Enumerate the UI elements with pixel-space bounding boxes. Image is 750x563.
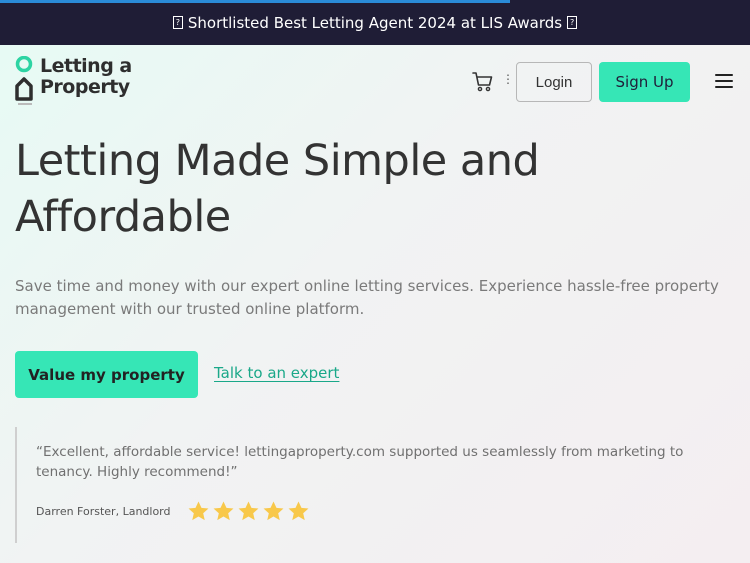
banner-content: ? Shortlisted Best Letting Agent 2024 at… [172, 13, 578, 32]
star-rating [187, 500, 310, 523]
star-icon [188, 501, 208, 521]
signup-button[interactable]: Sign Up [599, 62, 690, 102]
login-button[interactable]: Login [516, 62, 592, 102]
testimonial-quote: “Excellent, affordable service! lettinga… [36, 444, 684, 480]
trophy-icon: ? [567, 16, 578, 29]
star-icon [238, 501, 258, 521]
banner-progress-bar [0, 0, 510, 3]
value-my-property-button[interactable]: Value my property [15, 351, 198, 398]
testimonial-attribution: Darren Forster, Landlord [36, 500, 715, 523]
logo-icon [15, 56, 33, 105]
logo-line-2: Property [40, 76, 130, 98]
cart-separator-icon: ⋮ [502, 72, 514, 86]
hamburger-icon[interactable] [715, 74, 733, 90]
testimonial: “Excellent, affordable service! lettinga… [15, 427, 715, 543]
testimonial-author: Darren Forster, Landlord [36, 505, 171, 518]
hero-subtitle: Save time and money with our expert onli… [15, 277, 719, 318]
announcement-banner: ? Shortlisted Best Letting Agent 2024 at… [0, 0, 750, 45]
star-icon [288, 501, 308, 521]
star-icon [213, 501, 233, 521]
star-icon [263, 501, 283, 521]
logo[interactable]: Letting a Property [14, 56, 132, 106]
talk-to-expert-link[interactable]: Talk to an expert [214, 364, 339, 382]
banner-text: Shortlisted Best Letting Agent 2024 at L… [187, 13, 563, 32]
site-header: Letting a Property ⋮ Login Sign Up [0, 45, 750, 117]
logo-wordmark: Letting a Property [40, 56, 132, 98]
logo-line-1: Letting a [40, 55, 132, 77]
cart-icon[interactable] [472, 71, 494, 93]
trophy-icon: ? [172, 16, 183, 29]
hero-title: Letting Made Simple and Affordable [15, 136, 540, 242]
